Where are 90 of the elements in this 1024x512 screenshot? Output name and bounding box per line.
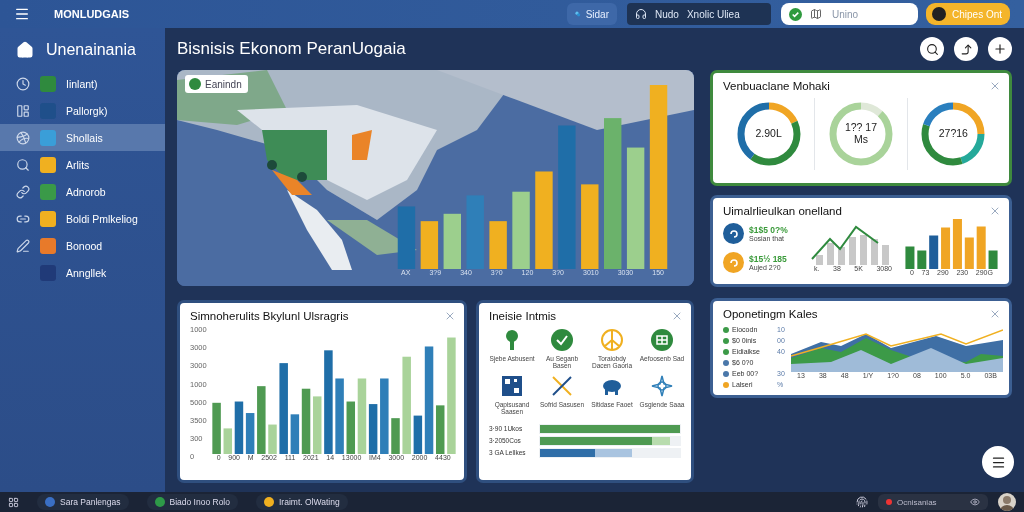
- bar: [489, 221, 507, 269]
- card-title: Uimalrlieulkan onelland: [723, 205, 842, 217]
- plus-icon: [993, 42, 1007, 56]
- donut-value: 27?16: [937, 128, 969, 140]
- media-pill[interactable]: Nudo Xnolic Uliea: [627, 3, 771, 25]
- search-icon: [925, 42, 939, 56]
- bar: [413, 415, 422, 454]
- bar: [223, 428, 232, 454]
- outline-icon: [16, 157, 30, 172]
- badge-icon: [189, 78, 201, 90]
- card-title: Ineisie Intmis: [489, 310, 557, 322]
- menu-icon[interactable]: [14, 6, 30, 22]
- bar: [346, 401, 355, 454]
- bar: [964, 237, 974, 269]
- map-icon: [810, 8, 822, 20]
- peace-icon: [600, 328, 624, 352]
- grid-icon: [650, 328, 674, 352]
- bar: [929, 235, 939, 269]
- progress-extra: [652, 436, 671, 445]
- progress-extra: [594, 448, 633, 457]
- arrow-button[interactable]: [954, 37, 978, 61]
- sidebar-item[interactable]: Arlits: [0, 151, 165, 178]
- sidebar-item[interactable]: Anngllek: [0, 259, 165, 286]
- taskbar-app[interactable]: Iraimt. OlWating: [256, 494, 348, 510]
- app-chip[interactable]: Sidar: [567, 3, 617, 25]
- eye-icon: [970, 497, 980, 507]
- bar: [301, 388, 310, 454]
- sidebar-item[interactable]: Pallorgk): [0, 97, 165, 124]
- grid-icon[interactable]: [8, 496, 19, 508]
- app-brand: MONLUDGAIS: [54, 8, 131, 20]
- map-marker: [297, 172, 307, 182]
- card-title: Venbuaclane Mohaki: [723, 80, 830, 92]
- cross-icon: [550, 373, 574, 398]
- avatar[interactable]: [998, 493, 1016, 511]
- status-pill[interactable]: Ocnisanias: [878, 494, 988, 510]
- taskbar-app[interactable]: Sara Panlengas: [37, 494, 129, 510]
- menu-icon: [990, 454, 1006, 470]
- outline-icon: [16, 238, 30, 253]
- outline-icon: [16, 184, 30, 199]
- sidebar-item[interactable]: Adnorob: [0, 178, 165, 205]
- map-chip[interactable]: Eanindn: [185, 75, 248, 93]
- bar: [905, 246, 915, 269]
- sidebar-title: Unenainania: [46, 41, 136, 59]
- arrow-icon: [959, 42, 973, 56]
- outline-icon: [16, 76, 30, 91]
- bar: [988, 250, 998, 269]
- outline-icon: [16, 130, 30, 145]
- media-subtitle: Xnolic Uliea: [686, 8, 740, 20]
- sidebar-item[interactable]: Shollais: [0, 124, 165, 151]
- check-icon: [550, 328, 574, 352]
- stat-figure: $15½ 185: [749, 254, 787, 264]
- home-icon[interactable]: [16, 41, 34, 59]
- circle-icon: [932, 7, 946, 21]
- bar: [917, 250, 927, 269]
- app-icon: [40, 129, 56, 146]
- app-icon: [40, 156, 56, 173]
- add-button[interactable]: [988, 37, 1012, 61]
- bar: [290, 414, 299, 454]
- taskbar-app[interactable]: Biado Inoo Rolo: [146, 494, 238, 510]
- app-icon: [40, 237, 56, 254]
- donut-value: 1?? 17 Ms: [843, 122, 879, 146]
- headphones-icon: [635, 8, 647, 20]
- app-icon: [40, 210, 56, 227]
- star-icon: [650, 373, 674, 398]
- sidebar-item[interactable]: Boldi Pmlkeliog: [0, 205, 165, 232]
- map-marker: [267, 160, 277, 170]
- card-title: Oponetingm Kales: [723, 308, 818, 320]
- bar: [941, 227, 951, 269]
- qr-code-icon: [500, 373, 524, 398]
- sidebar-item[interactable]: Bonood: [0, 232, 165, 259]
- media-title: Nudo: [655, 8, 679, 20]
- menu-button[interactable]: [982, 446, 1014, 478]
- search-button[interactable]: [920, 37, 944, 61]
- outline-icon: [16, 103, 30, 118]
- check-icon: [789, 7, 802, 21]
- fingerprint-icon[interactable]: [856, 496, 868, 508]
- stat-figure: $1$5 0?%: [749, 225, 788, 235]
- donut-value: 2.90L: [754, 128, 783, 140]
- region-shape: [352, 130, 372, 160]
- app-icon: [40, 183, 56, 200]
- app-icon: [40, 75, 56, 92]
- page-title: Bisnisis Ekonom PeranUogaia: [177, 39, 407, 59]
- search-input[interactable]: Unino: [830, 7, 900, 21]
- search-field[interactable]: Unino: [781, 3, 918, 25]
- card-title: Simnoherulits Bkylunl Ulsragris: [190, 310, 349, 322]
- sidebar-item[interactable]: Iinlant): [0, 70, 165, 97]
- bar: [952, 219, 962, 269]
- bar: [976, 226, 986, 269]
- bar: [234, 401, 243, 454]
- bar: [212, 402, 221, 454]
